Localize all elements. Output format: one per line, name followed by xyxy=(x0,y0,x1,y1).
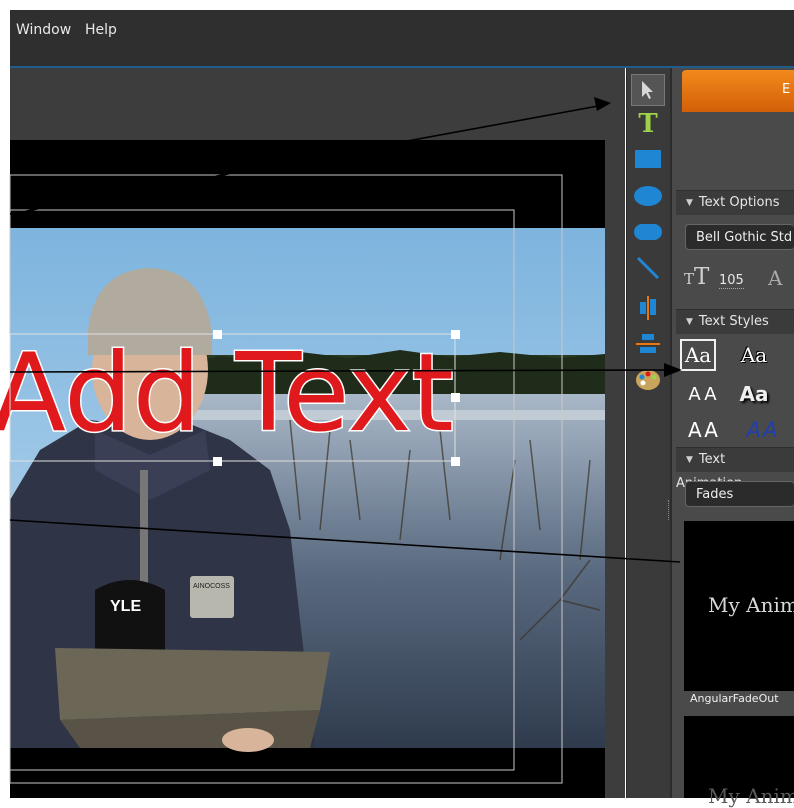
callout-arrows xyxy=(9,97,682,563)
